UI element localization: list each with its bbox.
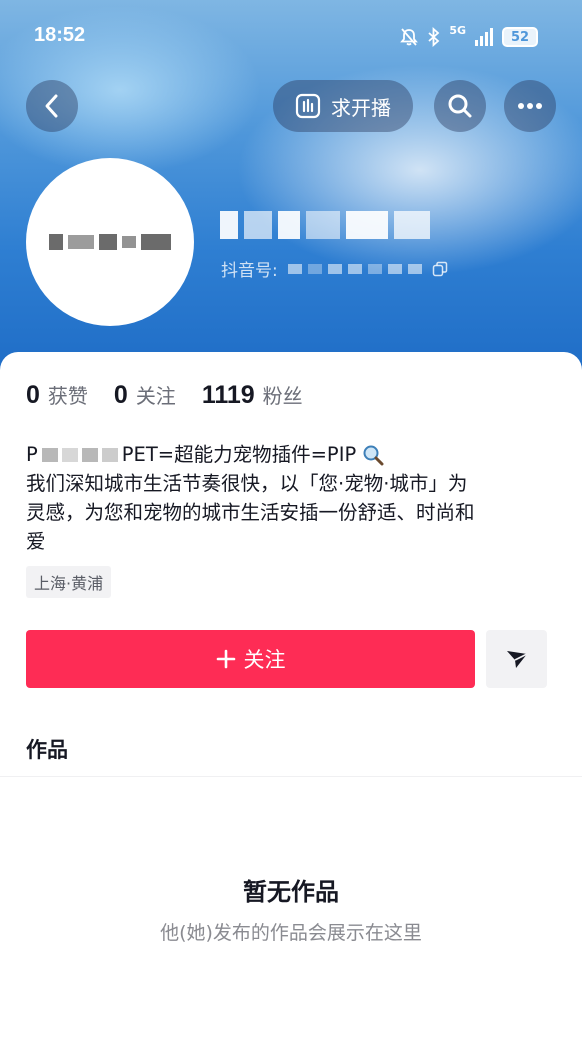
empty-works-title: 暂无作品: [243, 878, 339, 906]
signal-icon: [475, 28, 493, 46]
request-live-button[interactable]: 求开播: [273, 80, 413, 132]
bio-line-2: 我们深知城市生活节奏很快，以「您·宠物·城市」为: [26, 472, 468, 495]
live-chart-icon: [295, 93, 321, 119]
search-icon: [448, 94, 472, 118]
bio-line-1-text: PET=超能力宠物插件=PIP: [121, 443, 357, 466]
douyin-id: 抖音号:: [221, 256, 448, 281]
mute-icon: [400, 28, 419, 46]
stat-likes-label: 获赞: [47, 384, 88, 408]
send-message-button[interactable]: [486, 630, 547, 688]
battery-indicator: 52: [502, 27, 538, 47]
plus-icon: [216, 649, 235, 669]
send-icon: [506, 651, 527, 668]
bio-line-1: P PET=超能力宠物插件=PIP: [26, 440, 556, 469]
profile-bio: P PET=超能力宠物插件=PIP 我们深知城市生活节奏很快，以「您·宠物·城市…: [26, 440, 556, 556]
douyin-id-redacted: [287, 263, 422, 274]
stat-likes-value: 0: [26, 381, 40, 409]
nickname-redacted: [220, 208, 430, 242]
status-time: 18:52: [34, 24, 86, 46]
stat-followers[interactable]: 1119 粉丝: [202, 380, 303, 410]
bio-line-4: 爱: [26, 530, 46, 553]
chevron-left-icon: [45, 94, 58, 118]
magnifier-icon: [363, 445, 384, 465]
douyin-id-label: 抖音号:: [221, 261, 278, 281]
bio-line-1-prefix: P: [26, 443, 38, 466]
more-dots-icon: [518, 103, 542, 109]
location-tag: 上海·黄浦: [26, 566, 112, 598]
stat-following-label: 关注: [135, 384, 176, 408]
stat-followers-label: 粉丝: [262, 384, 303, 408]
profile-stats: 0 获赞 0 关注 1119 粉丝: [26, 380, 303, 410]
bio-line-3: 灵感，为您和宠物的城市生活安插一份舒适、时尚和: [26, 501, 475, 524]
works-tab-title[interactable]: 作品: [26, 734, 68, 764]
network-type: 5G: [449, 24, 466, 37]
bluetooth-icon: [428, 27, 440, 47]
status-icons: 5G 52: [399, 24, 538, 50]
back-button[interactable]: [26, 80, 78, 132]
avatar-blurred-logo: [49, 234, 171, 250]
empty-works-subtitle: 他(她)发布的作品会展示在这里: [160, 922, 422, 944]
works-divider: [0, 776, 582, 777]
more-button[interactable]: [504, 80, 556, 132]
stat-likes: 0 获赞: [26, 380, 88, 410]
bio-redacted-text: [41, 447, 118, 462]
stat-following-value: 0: [113, 381, 128, 409]
avatar[interactable]: [26, 158, 194, 326]
copy-icon[interactable]: [432, 261, 448, 277]
request-live-label: 求开播: [331, 95, 391, 120]
stat-followers-value: 1119: [201, 381, 255, 409]
stat-following[interactable]: 0 关注: [114, 380, 176, 410]
status-bar: 18:52 5G 52: [0, 0, 582, 72]
search-button[interactable]: [434, 80, 486, 132]
follow-button-label: 关注: [243, 648, 286, 672]
follow-button[interactable]: 关注: [26, 630, 475, 688]
